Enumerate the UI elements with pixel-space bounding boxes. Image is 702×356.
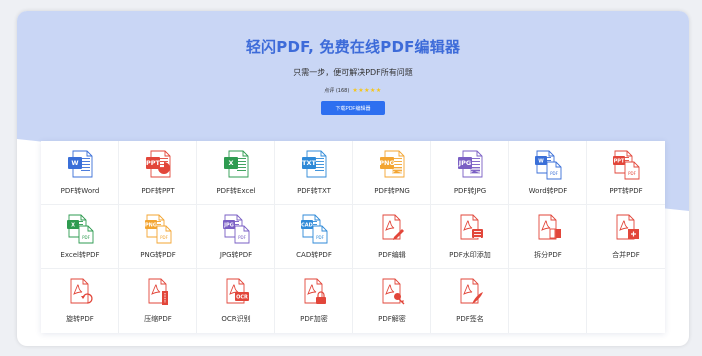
cad-to-pdf-icon: CAD PDF (301, 214, 328, 244)
excel-to-pdf-icon: X PDF (67, 214, 94, 244)
tool-label: OCR识别 (221, 315, 251, 323)
rating-stars-icon: ★★★★★ (352, 87, 382, 94)
tool-label: PDF解密 (378, 315, 406, 323)
svg-text:PDF: PDF (160, 235, 168, 240)
pdf-to-ppt-icon: PPT (146, 150, 171, 178)
tool-item-pdf-to-ppt[interactable]: PPT PDF转PPT (119, 141, 197, 205)
tool-item-pdf-to-word[interactable]: W PDF转Word (41, 141, 119, 205)
pdf-decrypt-icon (382, 278, 405, 305)
download-editor-button[interactable]: 下载PDF编辑器 (321, 101, 385, 115)
pdf-compress-icon (148, 278, 168, 305)
tool-label: Word转PDF (528, 187, 568, 195)
tool-label: PDF转Word (60, 187, 100, 195)
tool-item-pdf-compress[interactable]: 压缩PDF (119, 269, 197, 333)
svg-text:PDF: PDF (238, 235, 246, 240)
icon-badge-text: CAD (301, 223, 313, 229)
page-subtitle: 只需一步，便可解决PDF所有问题 (293, 68, 413, 77)
rating-text: 点评 (168) (324, 88, 350, 94)
icon-badge-text: TXT (302, 159, 316, 167)
tool-grid: W PDF转Word PPT PDF转PPT X PDF转Excel TXT PDF转TXT P… (41, 141, 665, 333)
icon-badge-text: PPT (614, 159, 625, 165)
tool-item-pdf-edit[interactable]: PDF编辑 (353, 205, 431, 269)
pdf-to-excel-icon: X (224, 150, 249, 178)
pdf-edit-icon (382, 214, 404, 240)
png-to-pdf-icon: PNG PDF (145, 214, 172, 244)
tool-label: CAD转PDF (296, 251, 332, 259)
icon-badge-text: PNG (145, 223, 157, 229)
svg-text:PDF: PDF (628, 171, 636, 176)
tool-item-pdf-encrypt[interactable]: PDF加密 (275, 269, 353, 333)
svg-text:PDF: PDF (316, 235, 324, 240)
tool-item-pdf-to-txt[interactable]: TXT PDF转TXT (275, 141, 353, 205)
tool-label: PDF转PNG (374, 187, 410, 195)
tool-item-pdf-decrypt[interactable]: PDF解密 (353, 269, 431, 333)
tool-item-excel-to-pdf[interactable]: X PDF Excel转PDF (41, 205, 119, 269)
icon-badge-text: PNG (379, 159, 395, 167)
svg-text:PDF: PDF (550, 171, 558, 176)
pdf-merge-icon (616, 214, 639, 240)
empty-cell (509, 269, 587, 333)
pdf-encrypt-icon (304, 278, 326, 304)
tool-label: 拆分PDF (534, 251, 562, 259)
pdf-split-icon (538, 214, 561, 240)
tool-item-jpg-to-pdf[interactable]: JPG PDF JPG转PDF (197, 205, 275, 269)
ppt-to-pdf-icon: PPT PDF (613, 150, 640, 180)
jpg-to-pdf-icon: JPG PDF (223, 214, 250, 244)
pdf-to-jpg-icon: JPG (458, 150, 483, 178)
tool-label: PDF转TXT (297, 187, 331, 195)
icon-badge-text: X (228, 159, 233, 167)
icon-badge-text: X (71, 223, 75, 229)
icon-badge-text: PPT (146, 159, 161, 167)
tool-item-pdf-split[interactable]: 拆分PDF (509, 205, 587, 269)
tool-item-pdf-merge[interactable]: 合并PDF (587, 205, 665, 269)
tool-label: PNG转PDF (140, 251, 176, 259)
page-title: 轻闪PDF, 免费在线PDF编辑器 (245, 38, 461, 56)
tool-label: PDF转PPT (141, 187, 175, 195)
tool-label: PDF签名 (456, 315, 484, 323)
tool-item-word-to-pdf[interactable]: W PDF Word转PDF (509, 141, 587, 205)
main-card: 轻闪PDF, 免费在线PDF编辑器 只需一步，便可解决PDF所有问题 点评 (1… (17, 11, 689, 346)
pdf-watermark-icon (460, 214, 483, 240)
pdf-to-word-icon: W (68, 150, 93, 178)
icon-badge-text: OCR (236, 295, 248, 301)
icon-badge-text: JPG (223, 223, 234, 229)
tool-label: PDF水印添加 (449, 251, 491, 259)
tool-label: PPT转PDF (609, 187, 643, 195)
tool-label: 合并PDF (612, 251, 640, 259)
tool-label: PDF转Excel (216, 187, 256, 195)
icon-badge-text: JPG (458, 159, 472, 167)
tool-item-pdf-sign[interactable]: PDF签名 (431, 269, 509, 333)
tool-label: JPG转PDF (219, 251, 253, 259)
pdf-to-png-icon: PNG (379, 150, 405, 178)
tool-item-cad-to-pdf[interactable]: CAD PDF CAD转PDF (275, 205, 353, 269)
tool-item-pdf-to-jpg[interactable]: JPG PDF转JPG (431, 141, 509, 205)
tool-label: PDF加密 (300, 315, 328, 323)
tool-item-pdf-to-png[interactable]: PNG PDF转PNG (353, 141, 431, 205)
tool-item-pdf-watermark[interactable]: PDF水印添加 (431, 205, 509, 269)
icon-badge-text: W (538, 159, 544, 165)
tool-label: 旋转PDF (66, 315, 94, 323)
word-to-pdf-icon: W PDF (535, 150, 562, 180)
tool-label: Excel转PDF (60, 251, 100, 259)
tool-item-png-to-pdf[interactable]: PNG PDF PNG转PDF (119, 205, 197, 269)
tool-label: 压缩PDF (144, 315, 172, 323)
pdf-rotate-icon (70, 278, 93, 304)
tool-label: PDF转JPG (453, 187, 487, 195)
rating: 点评 (168) ★★★★★ (17, 87, 689, 94)
svg-text:PDF: PDF (82, 235, 90, 240)
tool-item-pdf-to-excel[interactable]: X PDF转Excel (197, 141, 275, 205)
pdf-to-txt-icon: TXT (302, 150, 327, 178)
tool-item-pdf-rotate[interactable]: 旋转PDF (41, 269, 119, 333)
pdf-sign-icon (460, 278, 483, 304)
tool-item-ppt-to-pdf[interactable]: PPT PDF PPT转PDF (587, 141, 665, 205)
tool-item-ocr[interactable]: OCR OCR识别 (197, 269, 275, 333)
ocr-icon: OCR (226, 278, 249, 304)
empty-cell (587, 269, 665, 333)
icon-badge-text: W (71, 159, 78, 167)
tool-label: PDF编辑 (378, 251, 406, 259)
